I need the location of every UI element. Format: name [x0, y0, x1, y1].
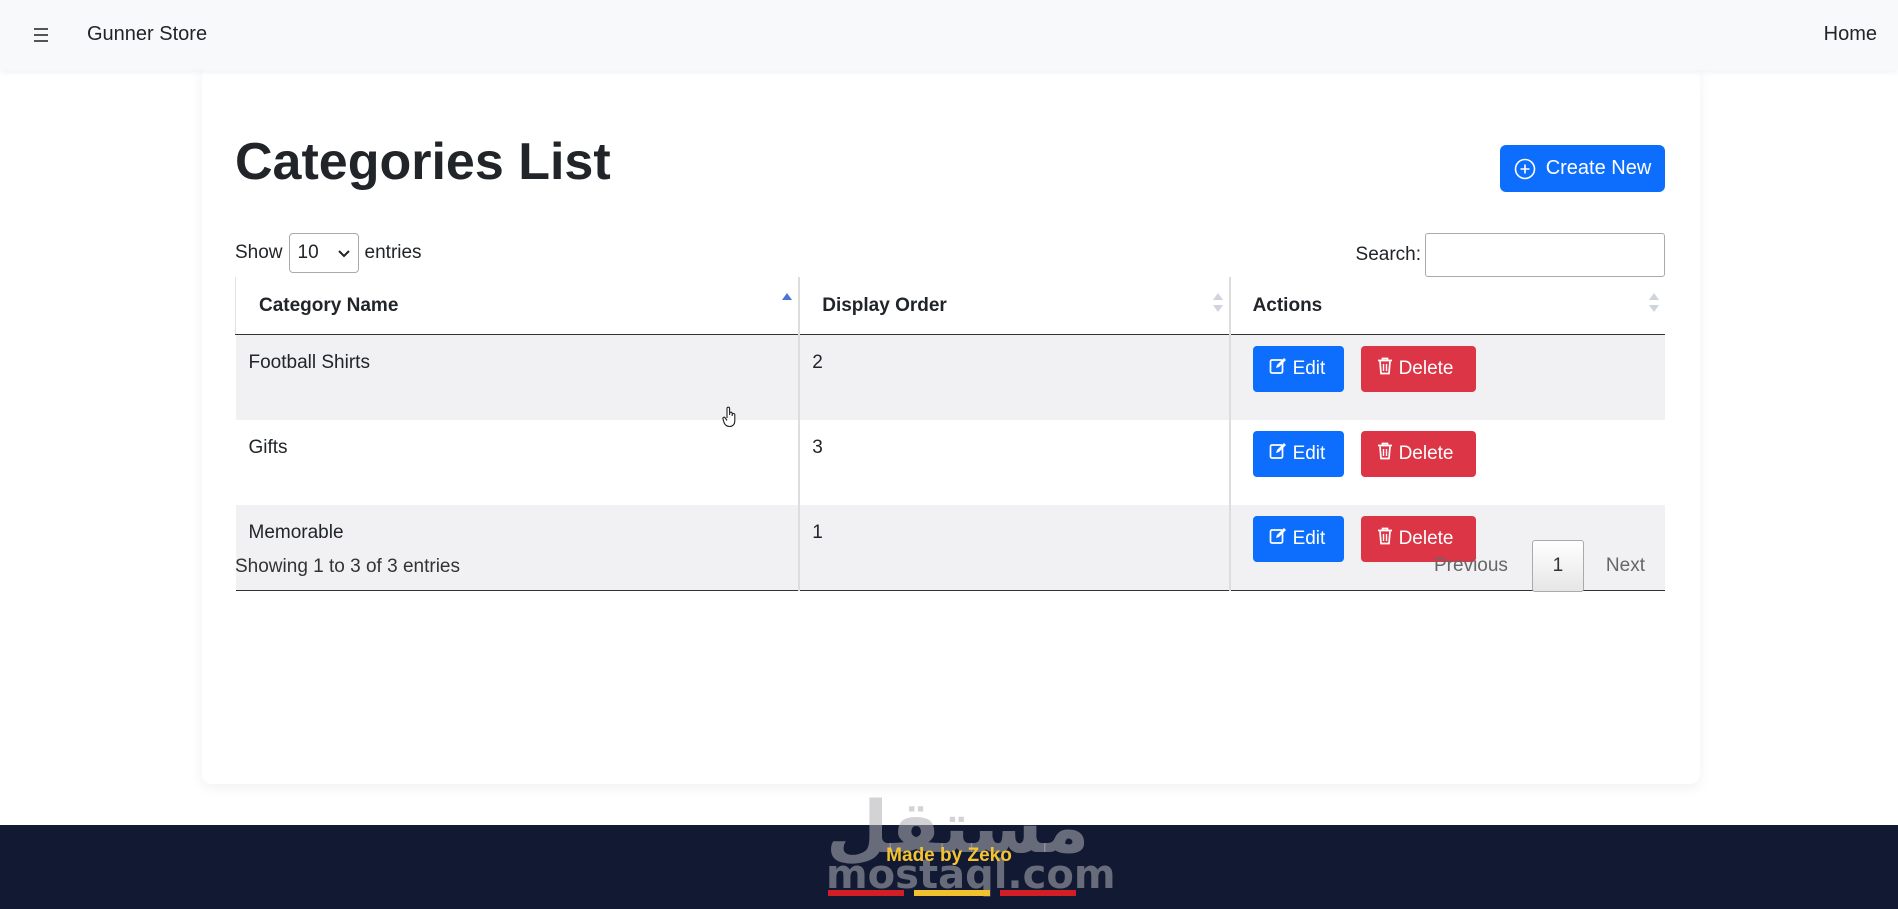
page-1-button[interactable]: 1 — [1531, 540, 1584, 592]
entries-select-value: 10 — [297, 242, 319, 263]
stripe-red — [1000, 890, 1076, 896]
search-control: Search: — [1356, 233, 1665, 277]
display-order-cell: 2 — [798, 334, 1230, 420]
brand-name[interactable]: Gunner Store — [87, 23, 207, 46]
category-name-cell: Gifts — [248, 437, 288, 458]
edit-button[interactable]: Edit — [1252, 431, 1344, 477]
nav-home-link[interactable]: Home — [1824, 23, 1877, 46]
actions-cell: Edit Delete — [1228, 334, 1665, 420]
table-header-row: Category Name Display Order Actions — [235, 277, 1665, 335]
column-header-label: Actions — [1252, 294, 1323, 316]
create-new-button[interactable]: Create New — [1500, 145, 1665, 192]
trash-icon — [1377, 527, 1393, 551]
create-new-label: Create New — [1545, 157, 1652, 179]
delete-button[interactable]: Delete — [1360, 346, 1476, 392]
sort-icon — [1212, 293, 1223, 315]
content-card: Categories List Create New Show 10 entri… — [202, 66, 1700, 784]
column-header-actions[interactable]: Actions — [1228, 277, 1665, 335]
chevron-down-icon — [337, 242, 350, 264]
pagination: Previous 1 Next — [1434, 540, 1665, 592]
delete-label: Delete — [1398, 358, 1454, 379]
table-row: Football Shirts 2 Edit Delete — [235, 334, 1665, 420]
delete-button[interactable]: Delete — [1360, 431, 1476, 477]
actions-cell: Edit Delete — [1228, 420, 1665, 505]
display-order-cell: 3 — [798, 420, 1230, 505]
pencil-square-icon — [1269, 442, 1287, 466]
search-label: Search: — [1355, 244, 1421, 265]
column-header-label: Category Name — [259, 294, 399, 316]
delete-label: Delete — [1398, 443, 1454, 464]
edit-label: Edit — [1292, 528, 1326, 549]
previous-page-button[interactable]: Previous — [1434, 555, 1508, 577]
entries-length-control: Show 10 entries — [235, 233, 422, 273]
trash-icon — [1377, 357, 1393, 381]
search-input[interactable] — [1425, 233, 1665, 277]
top-navbar: Gunner Store Home — [0, 0, 1898, 70]
next-page-button[interactable]: Next — [1606, 555, 1645, 577]
show-label: Show — [235, 242, 283, 263]
table-row: Gifts 3 Edit Delete — [236, 420, 1665, 505]
stripe-red — [828, 890, 904, 896]
trash-icon — [1377, 442, 1393, 466]
table-info: Showing 1 to 3 of 3 entries — [235, 556, 460, 577]
column-header-display-order[interactable]: Display Order — [798, 277, 1230, 335]
plus-circle-icon — [1514, 158, 1536, 180]
sort-ascending-icon — [782, 293, 793, 315]
display-order-cell: 1 — [798, 505, 1230, 591]
column-header-category-name[interactable]: Category Name — [235, 277, 800, 335]
entries-select[interactable]: 10 — [288, 233, 359, 273]
page-title: Categories List — [235, 133, 611, 191]
edit-label: Edit — [1292, 443, 1326, 464]
made-by-text: Made by Zeko — [886, 845, 1012, 866]
pencil-square-icon — [1269, 357, 1287, 381]
pencil-square-icon — [1269, 527, 1287, 551]
sort-icon — [1649, 293, 1659, 315]
category-name-cell: Football Shirts — [235, 334, 800, 420]
hand-cursor-icon — [722, 406, 738, 428]
footer-stripes — [828, 890, 1076, 896]
edit-button[interactable]: Edit — [1252, 516, 1344, 562]
edit-label: Edit — [1292, 358, 1326, 379]
entries-label: entries — [364, 242, 422, 263]
edit-button[interactable]: Edit — [1252, 346, 1344, 392]
footer: مستقل mostaql.com Made by Zeko — [0, 787, 1898, 909]
column-header-label: Display Order — [822, 294, 947, 316]
watermark: مستقل mostaql.com — [826, 787, 1116, 895]
stripe-yellow — [914, 890, 990, 896]
hamburger-icon[interactable] — [30, 25, 52, 45]
